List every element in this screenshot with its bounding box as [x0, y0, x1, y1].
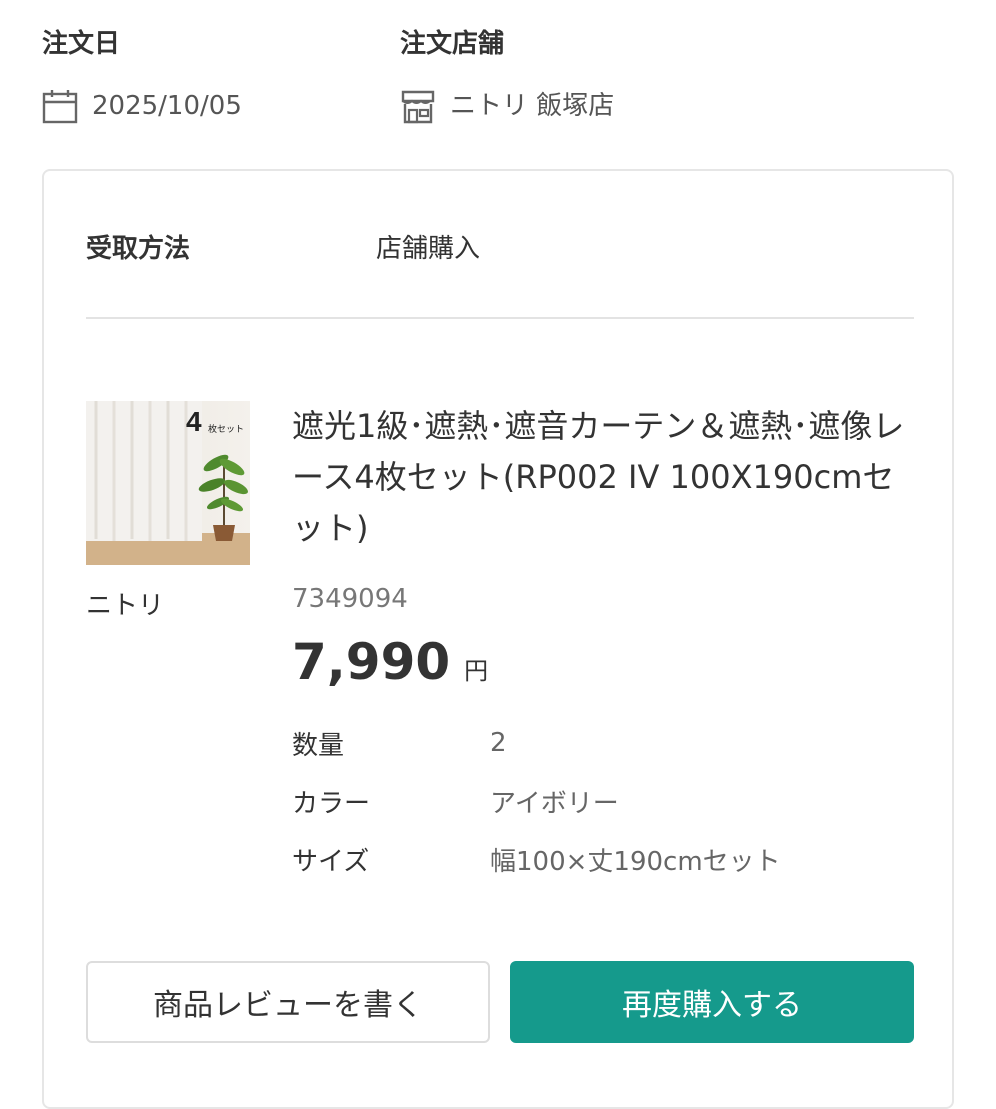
attribute-key: 数量 [292, 730, 345, 761]
product-code: 7349094 [292, 584, 408, 614]
action-buttons: 商品レビューを書く 再度購入する [86, 961, 914, 1043]
product-title[interactable]: 遮光1級･遮熱･遮音カーテン＆遮熱･遮像レース4枚セット(RP002 IV 10… [292, 401, 922, 554]
price-unit: 円 [464, 657, 489, 685]
thumb-badge-text: 枚セット [208, 423, 244, 435]
attribute-value: アイボリー [490, 788, 619, 819]
store-icon [400, 88, 436, 124]
attribute-value: 幅100×丈190cmセット [490, 846, 781, 877]
price-row: 7,990 円 [292, 630, 922, 694]
order-date-section: 注文日 2025/10/05 [42, 26, 242, 124]
attribute-key: サイズ [292, 846, 370, 877]
attribute-key: カラー [292, 788, 371, 819]
order-store-section: 注文店舗 ニトリ 飯塚店 [400, 26, 614, 124]
order-date-label: 注文日 [42, 29, 121, 59]
divider [86, 317, 914, 319]
order-date-value: 2025/10/05 [92, 91, 242, 121]
order-store-label: 注文店舗 [400, 29, 505, 59]
thumb-badge-number: 4 [186, 406, 202, 437]
product-attributes: 数量 2 カラー アイボリー サイズ 幅100×丈190cmセット [292, 714, 922, 888]
attribute-row-quantity: 数量 2 [292, 714, 922, 772]
product-info: 遮光1級･遮熱･遮音カーテン＆遮熱･遮像レース4枚セット(RP002 IV 10… [292, 401, 922, 888]
receive-method-label: 受取方法 [86, 234, 191, 264]
order-store: ニトリ 飯塚店 [400, 88, 614, 124]
product-brand: ニトリ [86, 591, 165, 621]
order-meta: 注文日 2025/10/05 注文店舗 ニトリ 飯塚店 [0, 0, 996, 150]
product-thumbnail[interactable]: 4 枚セット [86, 401, 250, 565]
receive-method-value: 店舗購入 [376, 234, 481, 264]
calendar-icon [42, 88, 78, 124]
attribute-row-color: カラー アイボリー [292, 772, 922, 830]
order-store-value: ニトリ 飯塚店 [450, 91, 615, 121]
attribute-value: 2 [490, 728, 507, 758]
write-review-button[interactable]: 商品レビューを書く [86, 961, 490, 1043]
order-date: 2025/10/05 [42, 88, 242, 124]
product-price: 7,990 [292, 633, 451, 691]
order-item-card: 受取方法 店舗購入 4 枚セット ニトリ 遮光1級･遮熱･遮音カーテン＆遮熱･遮… [42, 169, 954, 1109]
receive-method-row: 受取方法 店舗購入 [86, 229, 914, 289]
rebuy-button[interactable]: 再度購入する [510, 961, 914, 1043]
attribute-row-size: サイズ 幅100×丈190cmセット [292, 830, 922, 888]
